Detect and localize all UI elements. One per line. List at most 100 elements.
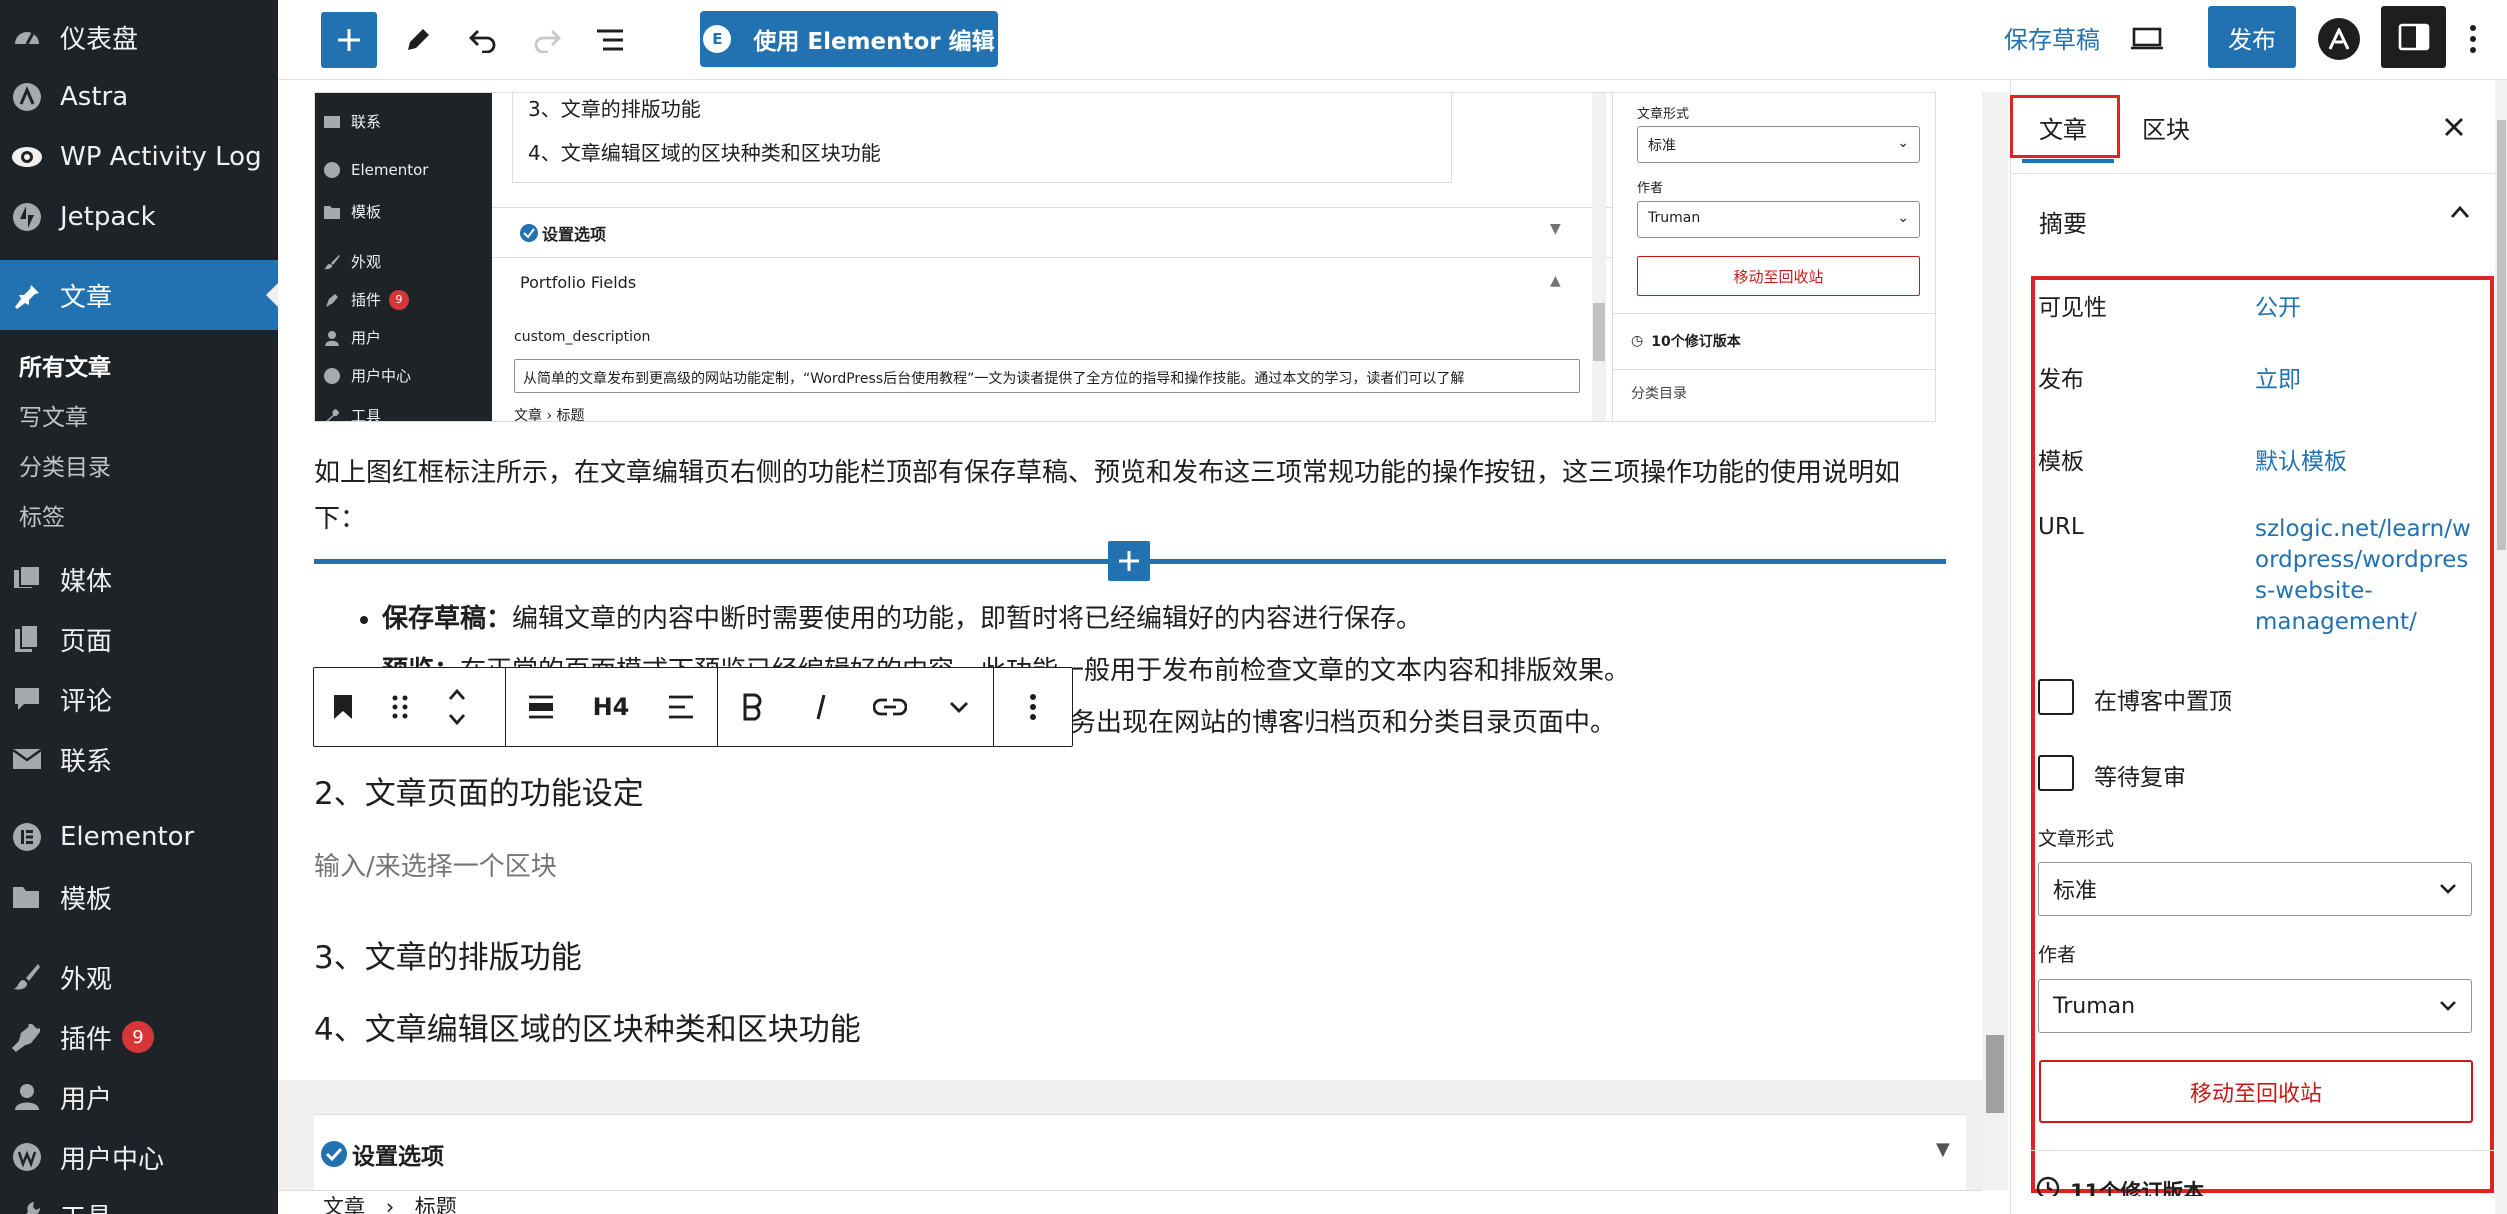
revisions-link[interactable]: 11个修订版本	[2036, 1176, 2204, 1196]
settings-scrollbar-thumb[interactable]	[2497, 120, 2506, 550]
post-format-select[interactable]: 标准	[2038, 862, 2472, 916]
undo-button[interactable]	[465, 22, 501, 58]
more-vertical-icon	[1029, 693, 1037, 721]
sidebar-item-jetpack[interactable]: Jetpack	[0, 198, 278, 236]
add-block-button[interactable]	[321, 12, 377, 68]
settings-sidebar-toggle[interactable]	[2381, 6, 2446, 68]
save-draft-button[interactable]: 保存草稿	[2004, 20, 2100, 55]
sidebar-item-templates[interactable]: 模板	[0, 878, 278, 916]
tools-button[interactable]	[400, 22, 436, 58]
intro-paragraph[interactable]: 如上图红框标注所示，在文章编辑页右侧的功能栏顶部有保存草稿、预览和发布这三项常规…	[314, 450, 1944, 542]
submenu-write-post[interactable]: 写文章	[19, 398, 88, 432]
summary-panel-title[interactable]: 摘要	[2039, 204, 2087, 239]
editor-scrollbar[interactable]	[1982, 92, 2008, 1190]
collapse-toggle-icon[interactable]: ▼	[1936, 1139, 1950, 1160]
plus-icon	[1117, 549, 1141, 573]
breadcrumb-item[interactable]: 标题	[415, 1195, 457, 1214]
heading-4[interactable]: 4、文章编辑区域的区块种类和区块功能	[314, 1004, 861, 1049]
settings-options-metabox[interactable]: 设置选项 ▼	[314, 1114, 1966, 1190]
sidebar-item-wp-activity-log[interactable]: WP Activity Log	[0, 138, 278, 176]
align-button[interactable]	[506, 668, 576, 746]
redo-button[interactable]	[529, 22, 565, 58]
italic-button[interactable]	[787, 668, 856, 746]
chevron-down-icon	[2439, 883, 2457, 895]
heading-level-button[interactable]: H4	[576, 668, 646, 746]
pending-review-checkbox[interactable]	[2038, 755, 2074, 791]
summary-highlight-frame	[2031, 276, 2494, 1193]
submenu-all-posts[interactable]: 所有文章	[19, 348, 111, 382]
empty-block-placeholder[interactable]: 输入/来选择一个区块	[314, 846, 557, 883]
visibility-label: 可见性	[2038, 295, 2107, 321]
user-icon	[10, 1080, 44, 1114]
sidebar-label: WP Activity Log	[60, 142, 262, 172]
document-overview-button[interactable]	[592, 22, 628, 58]
post-format-label: 文章形式	[2038, 828, 2115, 850]
more-formatting-button[interactable]	[924, 668, 993, 746]
sidebar-item-media[interactable]: 媒体	[0, 560, 278, 598]
bold-button[interactable]	[718, 668, 787, 746]
sidebar-item-user-center[interactable]: 用户中心	[0, 1138, 278, 1176]
publish-date-label: 发布	[2038, 367, 2084, 393]
tab-block[interactable]: 区块	[2142, 110, 2190, 145]
screenshot-revisions: ◷ 10个修订版本	[1631, 333, 1741, 350]
editor-scrollbar-thumb[interactable]	[1986, 1035, 2004, 1113]
publish-date-toggle[interactable]: 立即	[2255, 360, 2301, 394]
sidebar-item-comments[interactable]: 评论	[0, 680, 278, 718]
folder-icon	[10, 880, 44, 914]
submenu-tags[interactable]: 标签	[19, 498, 65, 532]
link-button[interactable]	[856, 668, 925, 746]
screenshot-editor-content: 3、文章的排版功能 4、文章编辑区域的区块种类和区块功能 设置选项 ▼ Port…	[492, 93, 1612, 421]
url-link[interactable]: szlogic.net/learn/w ordpress/wordpres s-…	[2255, 514, 2471, 638]
page-icon	[10, 622, 44, 656]
sticky-checkbox[interactable]	[2038, 679, 2074, 715]
submenu-categories[interactable]: 分类目录	[19, 448, 111, 482]
chevron-down-icon	[948, 700, 970, 714]
chevron-up-icon[interactable]	[2449, 204, 2471, 220]
sidebar-label: 页面	[60, 626, 113, 657]
revisions-label: 11个修订版本	[2070, 1180, 2205, 1196]
sidebar-item-appearance[interactable]: 外观	[0, 958, 278, 996]
url-line: s-website-	[2255, 578, 2373, 604]
settings-options-header: 设置选项	[320, 1137, 444, 1171]
move-to-trash-button[interactable]: 移动至回收站	[2039, 1060, 2473, 1123]
screenshot-expand-caret: ▲	[1550, 273, 1561, 289]
sidebar-item-tools[interactable]: 工具	[0, 1196, 278, 1214]
options-menu-button[interactable]	[2462, 20, 2484, 58]
sidebar-item-users[interactable]: 用户	[0, 1078, 278, 1116]
sidebar-item-posts[interactable]: 文章	[0, 260, 278, 330]
move-up-down-button[interactable]	[428, 668, 485, 746]
dashboard-icon	[10, 20, 44, 54]
close-settings-button[interactable]	[2443, 116, 2465, 138]
screenshot-menu-item: 外观	[323, 251, 381, 272]
block-toolbar: H4	[313, 667, 1073, 747]
wp-icon	[10, 1140, 44, 1174]
edit-with-elementor-button[interactable]: E 使用 Elementor 编辑	[700, 11, 998, 67]
sidebar-item-contact[interactable]: 联系	[0, 740, 278, 778]
visibility-toggle[interactable]: 公开	[2255, 288, 2301, 322]
preview-button[interactable]	[2126, 20, 2168, 58]
publish-button[interactable]: 发布	[2208, 6, 2296, 68]
insert-block-button[interactable]	[1108, 541, 1150, 581]
sidebar-item-dashboard[interactable]: 仪表盘	[0, 18, 278, 56]
astra-settings-button[interactable]	[2318, 18, 2360, 60]
block-type-button[interactable]	[314, 668, 371, 746]
sidebar-label: Astra	[60, 82, 129, 112]
author-select[interactable]: Truman	[2038, 979, 2472, 1033]
screenshot-menu-item: 工具	[323, 405, 381, 421]
heading-2[interactable]: 2、文章页面的功能设定	[314, 768, 644, 813]
screenshot-menu-label: Elementor	[351, 161, 429, 179]
pending-review-label: 等待复审	[2094, 765, 2186, 791]
text-align-button[interactable]	[646, 668, 716, 746]
sidebar-item-elementor[interactable]: Elementor	[0, 818, 278, 856]
screenshot-settings-options-label: 设置选项	[542, 225, 607, 244]
sidebar-item-plugins[interactable]: 插件 9	[0, 1018, 278, 1056]
sidebar-item-astra[interactable]: Astra	[0, 78, 278, 116]
sidebar-item-pages[interactable]: 页面	[0, 620, 278, 658]
heading-3[interactable]: 3、文章的排版功能	[314, 932, 582, 977]
drag-handle[interactable]	[371, 668, 428, 746]
template-toggle[interactable]: 默认模板	[2255, 442, 2347, 476]
block-options-button[interactable]	[994, 668, 1072, 746]
tool-icon	[10, 1198, 44, 1214]
astra-icon	[2327, 28, 2351, 50]
breadcrumb-item[interactable]: 文章	[323, 1195, 365, 1214]
